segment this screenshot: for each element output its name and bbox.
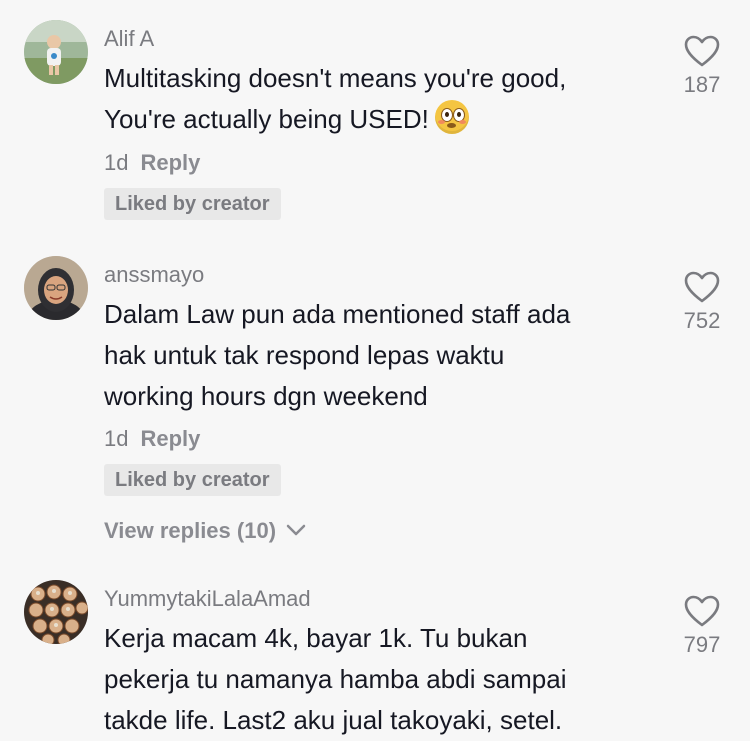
chevron-down-icon	[286, 524, 306, 536]
avatar[interactable]	[24, 256, 88, 320]
comment-text: Multitasking doesn't means you're good, …	[104, 58, 664, 140]
comment-text-body: Multitasking doesn't means you're good, …	[104, 63, 567, 134]
like-count: 187	[683, 72, 721, 97]
comment-time: 1d	[104, 426, 129, 451]
heart-icon[interactable]	[683, 270, 721, 304]
avatar[interactable]	[24, 580, 88, 644]
like-button[interactable]: 797	[670, 594, 734, 658]
view-replies-label: View replies (10)	[104, 518, 277, 543]
liked-by-creator-badge: Liked by creator	[104, 188, 281, 220]
comment-username[interactable]: Alif A	[104, 26, 154, 52]
heart-icon[interactable]	[683, 34, 721, 68]
comment-meta: 1d Reply	[104, 426, 200, 452]
reply-button[interactable]: Reply	[140, 150, 200, 175]
view-replies-button[interactable]: View replies (10)	[104, 518, 306, 544]
heart-icon[interactable]	[683, 594, 721, 628]
comment-username[interactable]: anssmayo	[104, 262, 204, 288]
comment-meta: 1d Reply	[104, 150, 200, 176]
comment-text: Dalam Law pun ada mentioned staff ada ha…	[104, 299, 571, 411]
comment-item: anssmayo Dalam Law pun ada mentioned sta…	[0, 240, 750, 570]
flushed-face-emoji-icon	[434, 100, 469, 134]
reply-button[interactable]: Reply	[140, 426, 200, 451]
avatar[interactable]	[24, 20, 88, 84]
like-count: 797	[683, 632, 721, 657]
like-count: 752	[683, 308, 721, 333]
comment-username[interactable]: YummytakiLalaAmad	[104, 586, 311, 612]
like-button[interactable]: 752	[670, 270, 734, 334]
comment-text: Kerja macam 4k, bayar 1k. Tu bukan peker…	[104, 623, 567, 735]
comment-time: 1d	[104, 150, 129, 175]
like-button[interactable]: 187	[670, 34, 734, 98]
liked-by-creator-badge: Liked by creator	[104, 464, 281, 496]
comment-item: YummytakiLalaAmad Kerja macam 4k, bayar …	[0, 570, 750, 741]
comment-item: Alif A Multitasking doesn't means you're…	[0, 0, 750, 240]
